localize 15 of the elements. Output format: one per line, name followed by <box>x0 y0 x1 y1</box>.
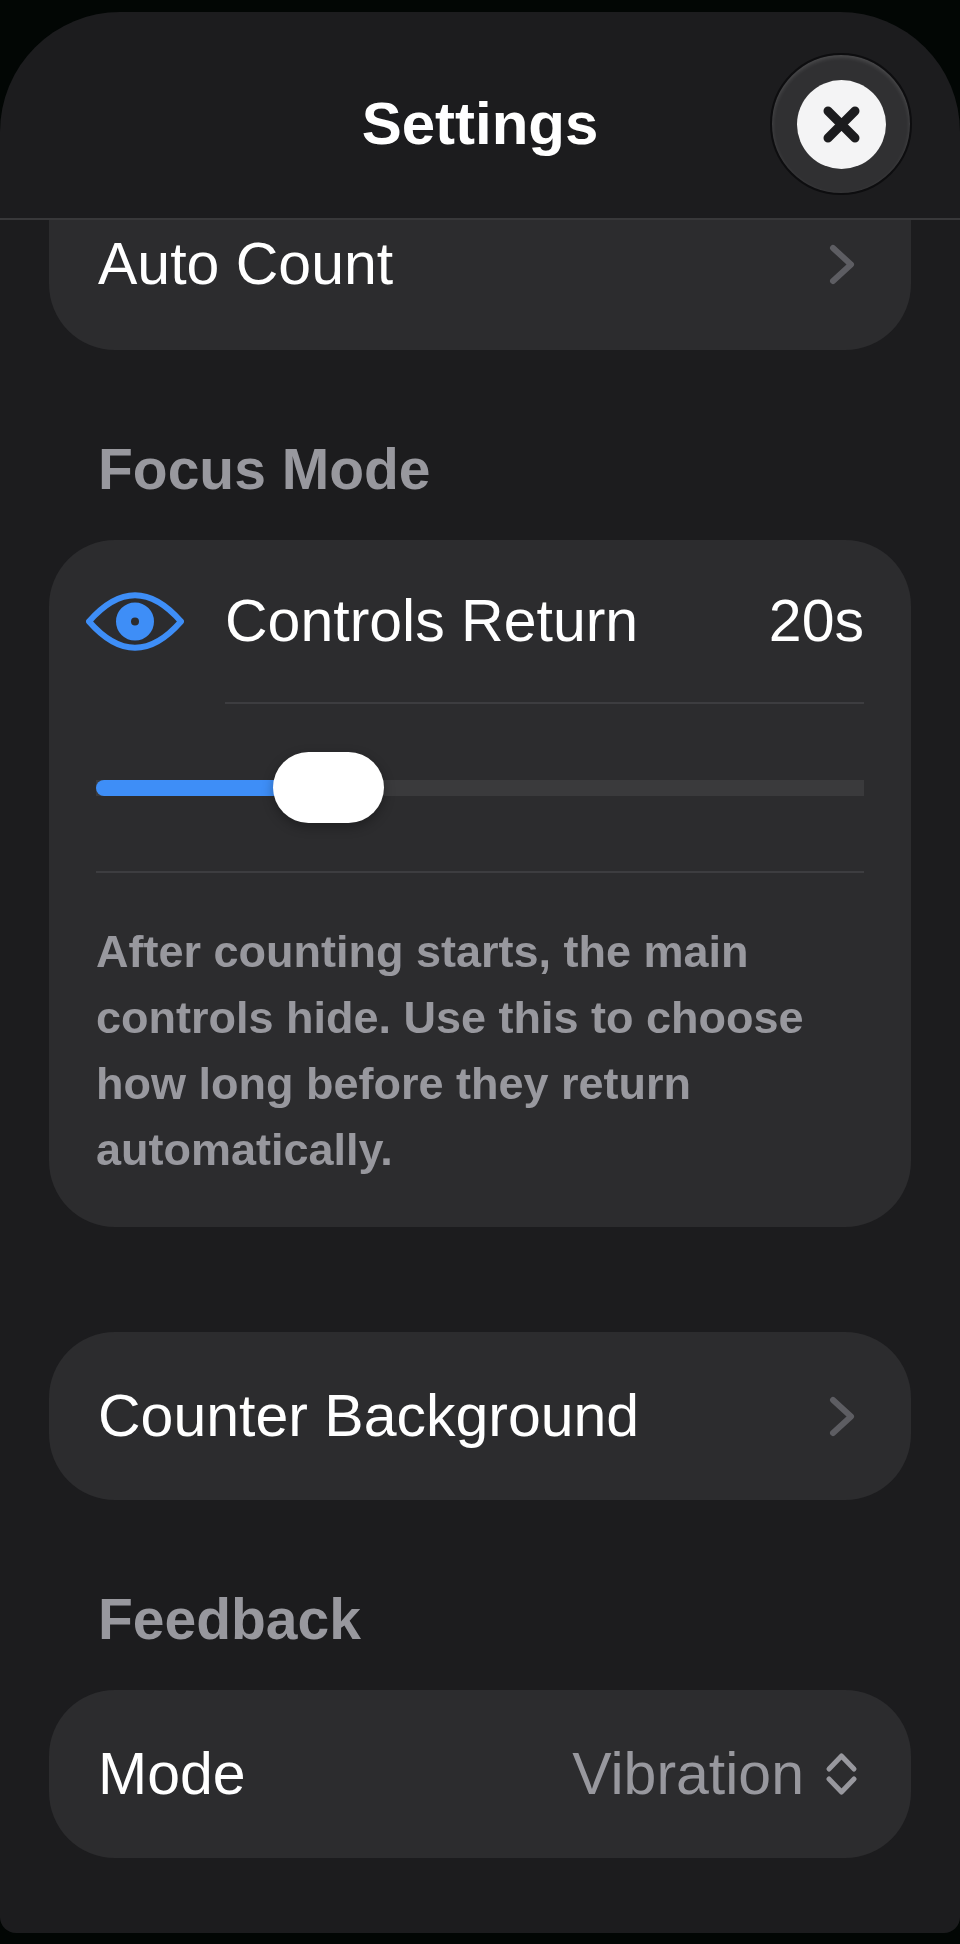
row-label: Mode <box>98 1740 246 1808</box>
mode-picker[interactable]: Vibration <box>572 1740 858 1808</box>
sheet-title: Settings <box>361 89 599 159</box>
up-down-chevron-icon <box>825 1751 858 1797</box>
setting-label: Controls Return <box>225 587 640 655</box>
close-icon <box>796 79 886 169</box>
setting-value: 20s <box>768 587 864 655</box>
settings-row[interactable]: Auto Count <box>49 220 911 350</box>
section-heading: Feedback <box>97 1587 362 1651</box>
section-heading: Focus Mode <box>97 437 432 501</box>
chevron-right-icon <box>829 1395 855 1437</box>
eye-icon <box>86 590 184 652</box>
description-text: After counting starts, the main controls hide. Use this to choose how long before they return automatically. <box>96 925 805 1177</box>
chevron-right-icon <box>829 243 855 285</box>
settings-row[interactable]: Counter Background <box>49 1332 911 1500</box>
